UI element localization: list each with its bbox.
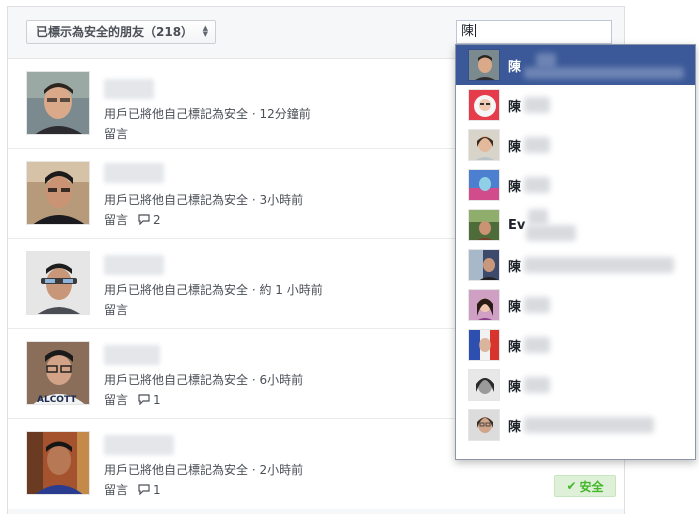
suggestion-item[interactable]: Ev	[456, 205, 695, 245]
suggestion-item[interactable]: 陳	[456, 245, 695, 285]
row-actions: 留言	[104, 125, 128, 142]
suggestion-avatar	[468, 209, 500, 241]
friend-name-redacted[interactable]	[104, 435, 174, 455]
safe-badge-label: 安全	[579, 479, 604, 494]
comment-icon	[138, 394, 150, 405]
suggestion-name-redacted	[524, 377, 550, 393]
comment-link[interactable]: 留言	[104, 301, 128, 318]
avatar[interactable]	[26, 161, 90, 225]
suggestion-avatar	[468, 409, 500, 441]
row-actions: 留言	[104, 301, 128, 318]
suggestion-name-redacted	[524, 337, 550, 353]
suggestion-name-redacted	[524, 257, 674, 273]
safety-status: 用戶已將他自己標記為安全 · 6小時前	[104, 373, 304, 387]
suggestion-name-redacted	[524, 137, 550, 153]
suggestion-name: Ev	[508, 217, 526, 233]
suggestion-name: 陳	[508, 59, 522, 75]
suggestion-avatar	[468, 89, 500, 121]
safety-status: 用戶已將他自己標記為安全 · 3小時前	[104, 193, 304, 207]
filter-select[interactable]: 已標示為安全的朋友（218） ▲ ▼	[26, 20, 217, 44]
suggestion-name-redacted	[524, 417, 654, 433]
safety-status: 用戶已將他自己標記為安全 · 12分鐘前	[104, 107, 311, 121]
check-icon: ✔	[566, 479, 577, 493]
comment-link[interactable]: 留言	[104, 125, 128, 142]
friend-name-redacted[interactable]	[104, 255, 164, 275]
text-cursor	[475, 24, 477, 37]
suggestion-avatar	[468, 329, 500, 361]
comment-count-value: 2	[153, 212, 161, 227]
avatar[interactable]	[26, 431, 90, 495]
friend-name-redacted[interactable]	[104, 79, 154, 99]
comment-count[interactable]: 1	[138, 393, 161, 407]
comment-link[interactable]: 留言	[104, 391, 128, 408]
comment-count[interactable]: 1	[138, 483, 161, 497]
sort-caret-icon: ▲ ▼	[202, 24, 209, 38]
safe-badge[interactable]: ✔ 安全	[554, 475, 616, 497]
safety-status: 用戶已將他自己標記為安全 · 2小時前	[104, 463, 304, 477]
suggestion-item[interactable]: 陳	[456, 45, 695, 85]
suggestion-name: 陳	[508, 299, 522, 315]
suggestion-name-redacted	[524, 297, 550, 313]
safety-status: 用戶已將他自己標記為安全 · 約 1 小時前	[104, 283, 323, 297]
comment-count-value: 1	[153, 482, 161, 497]
comment-count[interactable]: 2	[138, 213, 161, 227]
suggestion-name: 陳	[508, 339, 522, 355]
suggestion-name: 陳	[508, 179, 522, 195]
suggestion-name: 陳	[508, 379, 522, 395]
suggestion-item[interactable]: 陳	[456, 365, 695, 405]
comment-link[interactable]: 留言	[104, 211, 128, 228]
row-actions: 留言 2	[104, 211, 161, 228]
suggestion-item[interactable]: 陳	[456, 285, 695, 325]
comment-icon	[138, 484, 150, 495]
suggestion-avatar	[468, 289, 500, 321]
svg-text:ALCOTT: ALCOTT	[37, 395, 77, 405]
suggestion-avatar	[468, 49, 500, 81]
row-actions: 留言 1	[104, 391, 161, 408]
suggestion-name-redacted	[524, 67, 684, 79]
row-actions: 留言 1	[104, 481, 161, 498]
search-input-value: 陳	[461, 24, 475, 39]
comment-link[interactable]: 留言	[104, 481, 128, 498]
avatar[interactable]	[26, 71, 90, 135]
comment-count-value: 1	[153, 392, 161, 407]
suggestion-avatar	[468, 249, 500, 281]
comment-icon	[138, 214, 150, 225]
suggestion-name: 陳	[508, 139, 522, 155]
suggestion-avatar	[468, 129, 500, 161]
avatar[interactable]	[26, 251, 90, 315]
avatar[interactable]: ALCOTT	[26, 341, 90, 405]
search-suggestions-dropdown: 陳 陳 陳 陳 Ev 陳 陳 陳 陳 陳	[455, 44, 696, 460]
page-frame: 已標示為安全的朋友（218） ▲ ▼ 用戶已將他自己標記為安全 · 12分鐘前 …	[0, 0, 699, 514]
suggestion-name-redacted	[524, 177, 550, 193]
suggestion-item[interactable]: 陳	[456, 85, 695, 125]
suggestion-avatar	[468, 169, 500, 201]
suggestion-name: 陳	[508, 259, 522, 275]
suggestion-name-redacted	[528, 209, 548, 225]
suggestion-name: 陳	[508, 419, 522, 435]
suggestion-name-redacted	[526, 225, 576, 241]
filter-select-label: 已標示為安全的朋友（218）	[36, 25, 194, 39]
suggestion-item[interactable]: 陳	[456, 405, 695, 445]
suggestion-name-redacted	[524, 97, 550, 113]
friend-name-redacted[interactable]	[104, 163, 164, 183]
suggestion-item[interactable]: 陳	[456, 165, 695, 205]
suggestion-item[interactable]: 陳	[456, 125, 695, 165]
search-input[interactable]: 陳	[456, 20, 612, 44]
suggestion-avatar	[468, 369, 500, 401]
suggestion-item[interactable]: 陳	[456, 325, 695, 365]
suggestion-name: 陳	[508, 99, 522, 115]
friend-name-redacted[interactable]	[104, 345, 160, 365]
